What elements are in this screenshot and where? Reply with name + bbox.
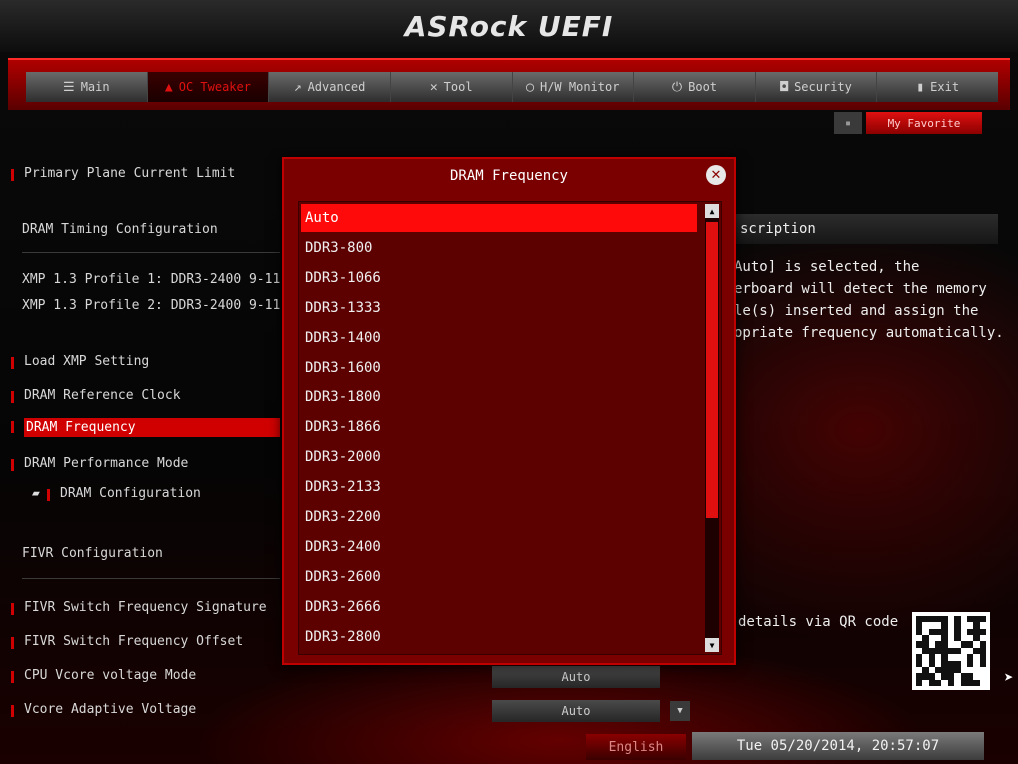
section-fivr: FIVR Configuration	[22, 546, 163, 561]
nav-tabs: ☰ Main ▲ OC Tweaker ↗ Advanced ✕ Tool ◯ H/W M…	[26, 72, 998, 102]
description-line: Auto] is selected, the	[734, 259, 920, 275]
frequency-option[interactable]: DDR3-1333	[301, 294, 697, 322]
frequency-option[interactable]: DDR3-1400	[301, 324, 697, 352]
dialog-title: DRAM Frequency	[449, 168, 568, 184]
frequency-option[interactable]: DDR3-2800	[301, 623, 697, 651]
my-favorite-button[interactable]: My Favorite	[866, 112, 982, 134]
tab-label: Advanced	[307, 80, 366, 94]
chevron-down-icon[interactable]: ▼	[670, 701, 690, 721]
monitor-icon: ◯	[526, 79, 534, 95]
brand-title: ASRock UEFI	[0, 0, 1018, 52]
divider	[22, 578, 280, 579]
tab-label: H/W Monitor	[539, 80, 620, 94]
scrollbar-thumb[interactable]	[706, 222, 718, 518]
qr-label: details via QR code	[738, 614, 899, 630]
frequency-option[interactable]: DDR3-2000	[301, 443, 697, 471]
exit-icon: ▮	[916, 79, 925, 95]
mouse-cursor-icon: ➤	[1004, 668, 1014, 687]
tab-advanced[interactable]: ↗ Advanced	[269, 72, 391, 102]
menu-icon: ☰	[63, 79, 75, 95]
dram-configuration-label: DRAM Configuration	[60, 486, 201, 501]
tab-oc-tweaker[interactable]: ▲ OC Tweaker	[147, 72, 270, 102]
frequency-option[interactable]: Auto	[301, 204, 697, 232]
tab-exit[interactable]: ▮ Exit	[877, 72, 998, 102]
setting-dram-frequency[interactable]: DRAM Frequency	[11, 418, 280, 437]
language-button[interactable]: English	[586, 734, 686, 760]
xmp-profile-1: XMP 1.3 Profile 1: DDR3-2400 9-11	[22, 272, 281, 287]
frequency-option[interactable]: DDR3-1600	[301, 354, 697, 382]
dram-frequency-dialog: DRAM Frequency ✕ ▲ ▼ Auto DDR3-800 DDR3-10…	[282, 157, 736, 665]
tab-label: Exit	[930, 80, 960, 94]
setting-fivr-sig[interactable]: FIVR Switch Frequency Signature	[11, 600, 267, 615]
close-icon[interactable]: ✕	[706, 165, 726, 185]
vcore-mode-value[interactable]: Auto	[492, 666, 660, 688]
tab-tool[interactable]: ✕ Tool	[391, 72, 513, 102]
flame-icon: ▲	[164, 79, 173, 95]
qr-code-icon	[912, 612, 990, 690]
description-title: scription	[736, 214, 998, 244]
wrench-icon: ✕	[429, 79, 438, 95]
favorite-toggle-icon[interactable]: ▪	[834, 112, 862, 134]
scroll-up-icon[interactable]: ▲	[705, 204, 719, 218]
vcore-adaptive-value[interactable]: Auto	[492, 700, 660, 722]
description-line: opriate frequency automatically.	[734, 325, 1004, 341]
arrow-icon: ↗	[293, 79, 302, 95]
description-line: erboard will detect the memory	[734, 281, 987, 297]
setting-dram-configuration[interactable]: ▰ DRAM Configuration	[32, 486, 201, 501]
setting-dram-ref-clock[interactable]: DRAM Reference Clock	[11, 388, 181, 403]
divider	[22, 252, 280, 253]
section-dram-timing: DRAM Timing Configuration	[22, 222, 218, 237]
tab-main[interactable]: ☰ Main	[26, 72, 148, 102]
description-line: le(s) inserted and assign the	[734, 303, 979, 319]
tab-boot[interactable]: ⏻ Boot	[634, 72, 756, 102]
power-icon: ⏻	[671, 79, 683, 95]
setting-load-xmp[interactable]: Load XMP Setting	[10, 354, 149, 369]
frequency-option[interactable]: DDR3-1066	[301, 264, 697, 292]
frequency-option[interactable]: DDR3-2600	[301, 563, 697, 591]
tab-label: Main	[80, 80, 110, 94]
frequency-option[interactable]: DDR3-2133	[301, 473, 697, 501]
shield-icon: ◘	[780, 79, 789, 95]
frequency-option[interactable]: DDR3-2666	[301, 593, 697, 621]
tab-label: Tool	[443, 80, 473, 94]
xmp-profile-2: XMP 1.3 Profile 2: DDR3-2400 9-11	[22, 298, 281, 313]
frequency-option[interactable]: DDR3-800	[301, 234, 697, 262]
datetime-display: Tue 05/20/2014, 20:57:07	[692, 732, 984, 760]
tab-security[interactable]: ◘ Security	[756, 72, 878, 102]
scroll-down-icon[interactable]: ▼	[705, 638, 719, 652]
frequency-option[interactable]: DDR3-2400	[301, 533, 697, 561]
frequency-option-list: ▲ ▼ Auto DDR3-800 DDR3-1066 DDR3-1333 DDR3-1…	[298, 201, 722, 655]
setting-dram-perf-mode[interactable]: DRAM Performance Mode	[10, 456, 188, 471]
frequency-option[interactable]: DDR3-1800	[301, 383, 697, 411]
tab-label: OC Tweaker	[178, 80, 251, 94]
frequency-option[interactable]: DDR3-2200	[301, 503, 697, 531]
frequency-option[interactable]: DDR3-1866	[301, 413, 697, 441]
setting-primary-plane[interactable]: Primary Plane Current Limit	[10, 166, 235, 181]
nav-bar: ☰ Main ▲ OC Tweaker ↗ Advanced ✕ Tool ◯ H/W M…	[8, 58, 1010, 110]
tab-hw-monitor[interactable]: ◯ H/W Monitor	[513, 72, 635, 102]
setting-fivr-offset[interactable]: FIVR Switch Frequency Offset	[10, 634, 243, 649]
setting-vcore-mode[interactable]: CPU Vcore voltage Mode	[10, 668, 196, 683]
tab-label: Security	[794, 80, 852, 94]
setting-vcore-adaptive[interactable]: Vcore Adaptive Voltage	[10, 702, 196, 717]
tab-label: Boot	[688, 80, 718, 94]
scrollbar[interactable]: ▲ ▼	[705, 204, 719, 652]
description-body: Auto] is selected, the erboard will dete…	[734, 256, 1004, 344]
folder-icon: ▰	[32, 486, 40, 501]
